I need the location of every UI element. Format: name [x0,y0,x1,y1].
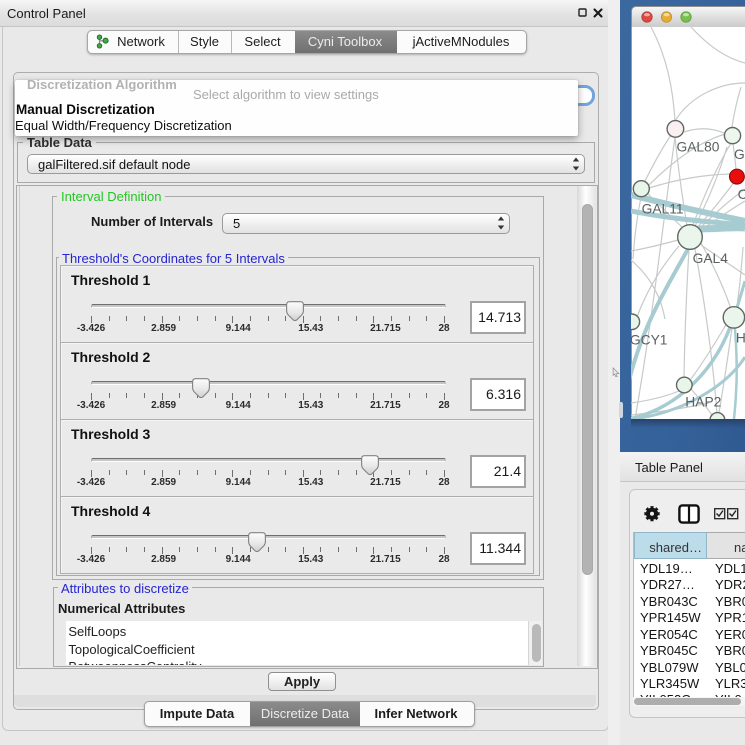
svg-text:GAL11: GAL11 [642,201,684,216]
svg-text:HAP4: HAP4 [736,330,745,345]
svg-text:GCY1: GCY1 [631,332,667,347]
svg-text:GAL80: GAL80 [677,140,720,155]
svg-text:GAL4: GAL4 [693,251,729,266]
svg-text:GAL1: GAL1 [734,147,745,162]
svg-text:C: C [738,187,745,202]
svg-text:HAP2: HAP2 [685,395,721,410]
